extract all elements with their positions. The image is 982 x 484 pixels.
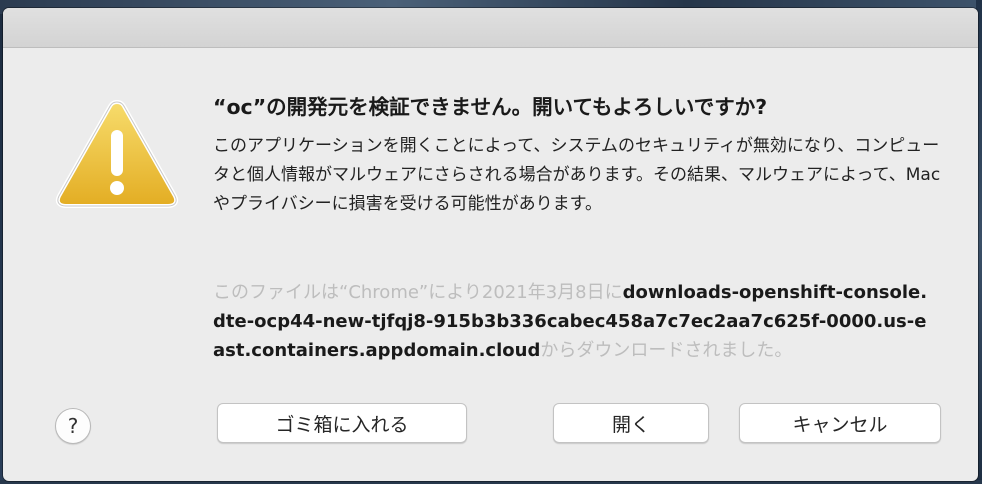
source-suffix: からダウンロードされました。 <box>540 340 793 361</box>
dialog-message: このアプリケーションを開くことによって、システムのセキュリティが無効になり、コン… <box>213 136 941 214</box>
dialog-titlebar <box>3 8 978 48</box>
warning-icon <box>55 100 179 208</box>
open-button[interactable]: 開く <box>553 403 709 443</box>
dialog-title: “oc”の開発元を検証できません。開いてもよろしいですか? <box>213 95 768 119</box>
security-alert-dialog: “oc”の開発元を検証できません。開いてもよろしいですか? このアプリケーション… <box>3 8 978 481</box>
source-prefix: このファイルは“Chrome”により2021年3月8日に <box>213 282 623 303</box>
move-to-trash-button[interactable]: ゴミ箱に入れる <box>217 403 467 443</box>
cancel-button[interactable]: キャンセル <box>739 403 941 443</box>
download-source-text: このファイルは“Chrome”により2021年3月8日にdownloads-op… <box>213 278 933 365</box>
help-button[interactable]: ? <box>55 408 91 444</box>
